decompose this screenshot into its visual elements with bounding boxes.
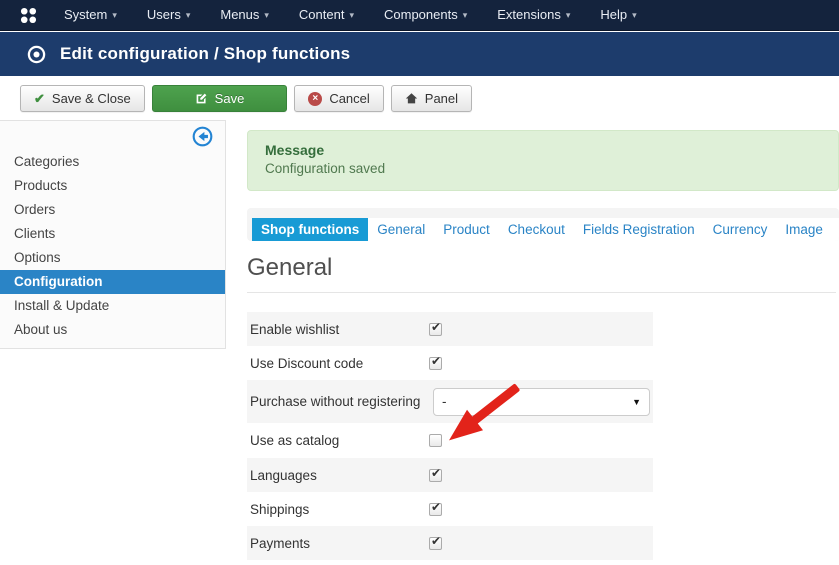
message-body: Configuration saved <box>265 161 838 176</box>
field-label: Purchase without registering <box>247 394 429 409</box>
chevron-down-icon: ▾ <box>566 10 571 20</box>
tab-product[interactable]: Product <box>434 218 499 241</box>
tab-cutoff[interactable]: S <box>832 218 839 241</box>
form-row-languages: Languages <box>247 458 653 492</box>
field-label: Payments <box>247 536 429 551</box>
sidebar-item-options[interactable]: Options <box>0 246 225 270</box>
menu-help[interactable]: Help▾ <box>585 0 651 30</box>
field-label: Languages <box>247 468 429 483</box>
joomla-logo-icon <box>20 7 37 24</box>
tab-shop-functions[interactable]: Shop functions <box>252 218 368 241</box>
sidebar-menu: Categories Products Orders Clients Optio… <box>0 150 225 342</box>
form-row-shippings: Shippings <box>247 492 653 526</box>
purchase-without-registering-select[interactable]: - ▼ <box>433 388 650 416</box>
collapse-left-arrow-icon[interactable] <box>192 126 213 152</box>
sidebar-item-products[interactable]: Products <box>0 174 225 198</box>
field-label: Shippings <box>247 502 429 517</box>
record-target-icon <box>27 45 46 64</box>
toolbar: ✔ Save & Close Save × Cancel Panel <box>20 85 472 112</box>
form-row-payments: Payments <box>247 526 653 560</box>
page-title: Edit configuration / Shop functions <box>60 44 350 64</box>
chevron-down-icon: ▾ <box>632 10 637 20</box>
field-label: Use as catalog <box>247 433 429 448</box>
success-message: Message Configuration saved <box>247 130 839 191</box>
message-title: Message <box>265 142 838 158</box>
form-row-use-as-catalog: Use as catalog <box>247 423 653 458</box>
check-icon: ✔ <box>34 91 45 107</box>
use-discount-code-checkbox[interactable] <box>429 357 442 370</box>
sidebar: Categories Products Orders Clients Optio… <box>0 120 226 349</box>
save-edit-icon <box>195 92 208 105</box>
tab-fields-registration[interactable]: Fields Registration <box>574 218 704 241</box>
tab-general[interactable]: General <box>368 218 434 241</box>
tab-currency[interactable]: Currency <box>704 218 777 241</box>
cancel-circle-icon: × <box>308 92 322 106</box>
sidebar-item-clients[interactable]: Clients <box>0 222 225 246</box>
sidebar-item-orders[interactable]: Orders <box>0 198 225 222</box>
select-value: - <box>442 394 447 409</box>
field-label: Use Discount code <box>247 356 429 371</box>
use-as-catalog-checkbox[interactable] <box>429 434 442 447</box>
languages-checkbox[interactable] <box>429 469 442 482</box>
menu-users[interactable]: Users▾ <box>132 0 205 30</box>
tab-checkout[interactable]: Checkout <box>499 218 574 241</box>
menu-content[interactable]: Content▾ <box>284 0 369 30</box>
section-heading: General <box>247 254 332 282</box>
enable-wishlist-checkbox[interactable] <box>429 323 442 336</box>
sidebar-item-categories[interactable]: Categories <box>0 150 225 174</box>
select-caret-icon: ▼ <box>632 397 641 407</box>
cancel-button[interactable]: × Cancel <box>294 85 383 112</box>
config-tabs: Shop functions General Product Checkout … <box>252 218 839 241</box>
menu-components[interactable]: Components▾ <box>369 0 482 30</box>
sidebar-item-about-us[interactable]: About us <box>0 318 225 342</box>
menu-extensions[interactable]: Extensions▾ <box>482 0 585 30</box>
chevron-down-icon: ▾ <box>463 10 468 20</box>
payments-checkbox[interactable] <box>429 537 442 550</box>
form-row-enable-wishlist: Enable wishlist <box>247 312 653 346</box>
sidebar-item-install-update[interactable]: Install & Update <box>0 294 225 318</box>
section-divider <box>247 292 836 293</box>
chevron-down-icon: ▾ <box>186 10 191 20</box>
field-label: Enable wishlist <box>247 322 429 337</box>
sidebar-item-configuration[interactable]: Configuration <box>0 270 225 294</box>
page-header: Edit configuration / Shop functions <box>0 32 839 76</box>
chevron-down-icon: ▾ <box>264 10 269 20</box>
panel-button[interactable]: Panel <box>391 85 472 112</box>
config-form: Enable wishlist Use Discount code Purcha… <box>247 312 653 560</box>
form-row-use-discount-code: Use Discount code <box>247 346 653 380</box>
save-and-close-button[interactable]: ✔ Save & Close <box>20 85 145 112</box>
home-icon <box>405 92 418 105</box>
config-tabstrip: Shop functions General Product Checkout … <box>247 208 839 241</box>
shippings-checkbox[interactable] <box>429 503 442 516</box>
menu-menus[interactable]: Menus▾ <box>205 0 284 30</box>
form-row-purchase-without-registering: Purchase without registering - ▼ <box>247 380 653 423</box>
tab-image[interactable]: Image <box>776 218 832 241</box>
menu-system[interactable]: System▾ <box>49 0 132 30</box>
chevron-down-icon: ▾ <box>349 10 354 20</box>
admin-menubar: System▾ Users▾ Menus▾ Content▾ Component… <box>0 0 839 31</box>
chevron-down-icon: ▾ <box>112 10 117 20</box>
save-button[interactable]: Save <box>152 85 288 112</box>
